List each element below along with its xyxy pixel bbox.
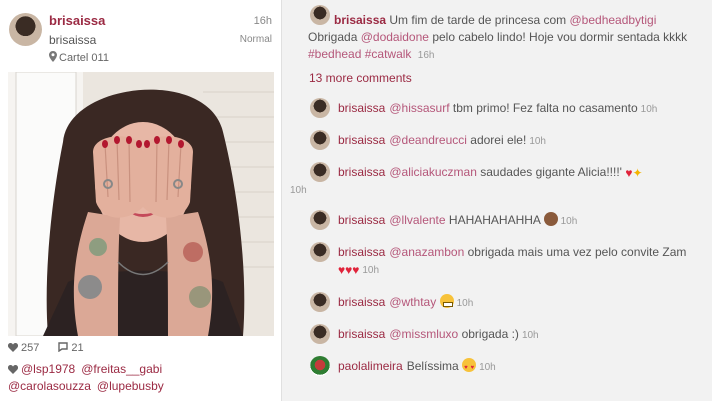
avatar[interactable] [310,98,330,118]
comment-mention[interactable]: @aliciakuczman [389,165,477,179]
avatar[interactable] [310,324,330,344]
heart-icon [7,343,19,352]
likes-count[interactable]: 257 [7,342,47,354]
location-label: Cartel 011 [59,52,109,64]
sparkles-emoji-icon: ✦ [632,166,643,180]
caption-time: 16h [417,50,435,61]
avatar[interactable] [310,162,330,182]
comment-text: saudades gigante Alicia!!!!' [480,165,622,179]
caption-text: Um fim de tarde de princesa com [389,13,567,27]
liker-link[interactable]: @lsp1978 [21,362,75,376]
comment-time: 10h [640,104,658,115]
post-location[interactable]: Cartel 011 [49,51,109,64]
heart-emoji-icon: ♥ [625,166,633,180]
post-caption: brisaissa Um fim de tarde de princesa co… [308,12,708,64]
caption-username[interactable]: brisaissa [334,13,386,27]
avatar[interactable] [310,292,330,312]
comment-username[interactable]: brisaissa [338,295,385,309]
comment-icon [58,342,69,353]
avatar[interactable] [310,210,330,230]
comment-mention[interactable]: @hissasurf [389,101,449,115]
comment-time: 10h [456,298,474,309]
caption-hashtag[interactable]: #catwalk [365,47,412,61]
photo-image [8,72,274,336]
caption-hashtag[interactable]: #bedhead [308,47,361,61]
avatar[interactable] [310,130,330,150]
liker-link[interactable]: @freitas__gabi [81,362,162,376]
comment-text: Belíssima [406,359,459,373]
post-time: 16h [253,15,272,27]
caption-mention[interactable]: @bedheadbytigi [569,13,656,27]
comment-username[interactable]: brisaissa [338,165,385,179]
comments-value: 21 [71,342,84,354]
comment-username[interactable]: brisaissa [338,101,385,115]
comment-mention[interactable]: @llvalente [389,213,445,227]
heart-eyes-face-icon [462,358,477,377]
comments-count[interactable]: 21 [58,342,91,354]
comment-time: 10h [529,136,546,147]
comment-mention[interactable]: @missmluxo [389,327,458,341]
grimacing-face-icon [439,294,454,308]
avatar[interactable] [9,13,42,46]
comment-username[interactable]: brisaissa [338,133,385,147]
post-username[interactable]: brisaissa [49,13,105,28]
post-filter: Normal [239,34,272,45]
caption-text: Obrigada [308,30,358,44]
caption-mention[interactable]: @dodaidone [361,30,429,44]
caption-text: pelo cabelo lindo! Hoje vou dormir senta… [432,30,688,44]
heart-icon [7,365,19,374]
post-card: brisaissa brisaissa 16h Normal Cartel 01… [0,0,282,401]
location-pin-icon [49,51,57,62]
likers-list: @lsp1978 @freitas__gabi @carolasouzza @lup… [7,361,278,395]
post-fullname: brisaissa [49,33,97,47]
post-stats: 257 21 [7,342,100,354]
likes-value: 257 [21,342,40,354]
partial-comment-row [310,393,510,401]
comment-text: HAHAHAHAHHA [448,213,541,227]
comments-panel: brisaissa Um fim de tarde de princesa co… [290,0,712,401]
post-header: brisaissa brisaissa 16h Normal Cartel 01… [0,0,282,70]
comment-time: 10h [521,330,539,341]
comment-text: tbm primo! Fez falta no casamento [452,101,638,115]
comment-text: adorei ele! [470,133,527,147]
comment-time: 10h [290,185,307,196]
heart-emoji-icon: ♥♥♥ [338,263,360,277]
comment-time: 10h [560,216,578,227]
comment-mention[interactable]: @deandreucci [389,133,467,147]
comment-mention[interactable]: @wthtay [389,295,436,309]
comment-time: 10h [362,265,380,276]
see-no-evil-monkey-icon [543,212,558,226]
post-photo[interactable] [8,72,274,336]
avatar[interactable] [310,356,330,376]
liker-link[interactable]: @carolasouzza [8,379,91,393]
comment-username[interactable]: paolalimeira [338,359,403,373]
comment-username[interactable]: brisaissa [338,245,385,259]
comment-text: obrigada :) [461,327,519,341]
comment-username[interactable]: brisaissa [338,327,385,341]
comment-text: obrigada mais uma vez pelo convite Zam [467,245,687,259]
avatar[interactable] [310,242,330,262]
comment-time: 10h [479,362,496,373]
more-comments-link[interactable]: 13 more comments [309,71,412,85]
comment-mention[interactable]: @anazambon [389,245,464,259]
comment-username[interactable]: brisaissa [338,213,385,227]
liker-link[interactable]: @lupebusby [97,379,164,393]
